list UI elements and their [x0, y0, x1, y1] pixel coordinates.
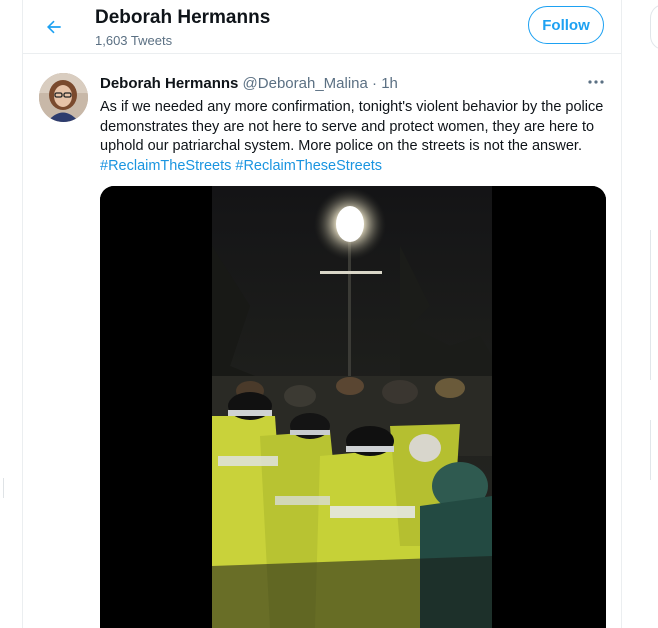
page: Deborah Hermanns 1,603 Tweets Follow Deb… — [0, 0, 658, 628]
tweet-video[interactable] — [100, 186, 606, 628]
video-frame — [100, 186, 606, 628]
tweet-header: Deborah Hermanns @Deborah_Malina · 1h — [100, 75, 398, 92]
profile-name-title: Deborah Hermanns — [95, 7, 271, 28]
sidebar-edge — [650, 0, 658, 628]
more-button[interactable] — [585, 73, 607, 91]
arrow-left-icon — [47, 20, 61, 34]
sidebar-card-edge — [650, 230, 658, 380]
avatar-image — [39, 73, 88, 122]
back-button[interactable] — [37, 10, 71, 44]
background-divider — [3, 478, 4, 498]
author-name[interactable]: Deborah Hermanns — [100, 75, 238, 92]
sidebar-card-edge — [650, 420, 658, 480]
tweet-count: 1,603 Tweets — [95, 33, 173, 48]
sidebar-search-edge — [650, 4, 658, 50]
follow-button[interactable]: Follow — [528, 6, 604, 44]
tweet[interactable]: Deborah Hermanns @Deborah_Malina · 1h As… — [23, 61, 621, 628]
avatar[interactable] — [39, 73, 88, 122]
tweet-text: As if we needed any more confirmation, t… — [100, 98, 610, 176]
hashtag-link[interactable]: #ReclaimTheseStreets — [235, 158, 382, 174]
author-handle[interactable]: @Deborah_Malina — [243, 75, 368, 92]
hashtag-link[interactable]: #ReclaimTheStreets — [100, 158, 231, 174]
tweet-body-text: As if we needed any more confirmation, t… — [100, 99, 604, 155]
profile-timeline-column: Deborah Hermanns 1,603 Tweets Follow Deb… — [22, 0, 622, 628]
tweet-timestamp[interactable]: 1h — [381, 75, 398, 92]
more-horizontal-icon — [588, 80, 604, 84]
profile-header: Deborah Hermanns 1,603 Tweets Follow — [23, 0, 621, 54]
